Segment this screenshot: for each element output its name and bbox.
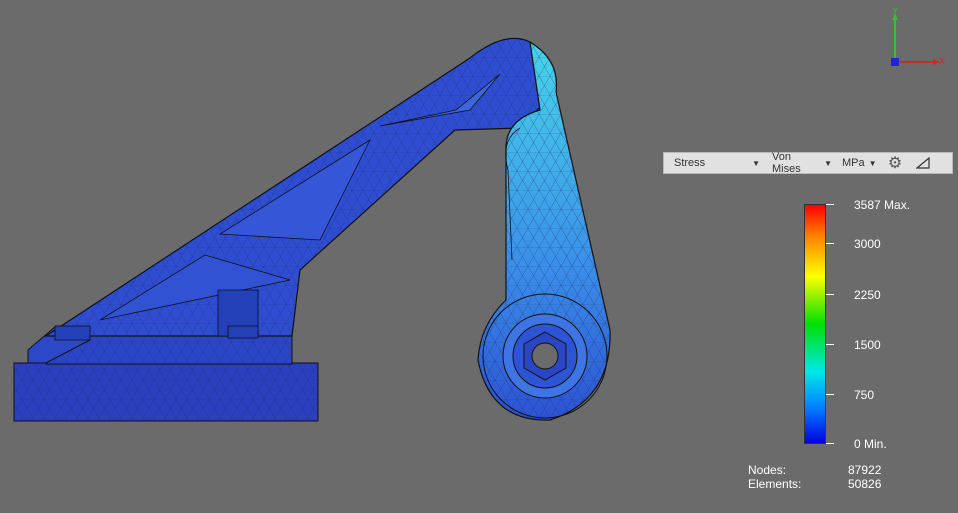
stress-type-label: Von Mises [772,151,801,175]
x-axis-label: X [939,56,946,66]
gear-icon: ⚙ [887,155,903,172]
resize-button[interactable] [908,153,938,173]
chevron-down-icon: ▼ [868,158,877,168]
elements-value: 50826 [848,477,882,491]
legend-label-1500: 1500 [854,338,881,352]
settings-button[interactable]: ⚙ [882,153,908,173]
legend-tick [826,344,834,345]
nodes-label: Nodes: [748,463,787,477]
results-toolbar: Stress ▼ Von Mises ▼ MPa ▼ ⚙ [663,151,953,175]
legend-max-label: 3587 Max. [854,198,911,212]
legend-min-label: 0 Min. [854,437,887,451]
legend-label-3000: 3000 [854,237,881,251]
legend-label-2250: 2250 [854,288,881,302]
unit-dropdown[interactable]: MPa ▼ [836,153,882,173]
legend-tick [826,394,834,395]
nodes-value: 87922 [848,463,882,477]
result-type-dropdown[interactable]: Stress ▼ [664,153,764,173]
unit-label: MPa [842,157,865,169]
elements-label: Elements: [748,477,802,491]
legend-tick [826,443,834,444]
legend-tick [826,294,834,295]
truss-arm [43,37,557,341]
chevron-down-icon: ▼ [824,158,832,168]
stress-type-dropdown[interactable]: Von Mises ▼ [764,151,836,175]
stress-color-scale [804,204,826,444]
resize-corner-icon [916,157,930,169]
legend-label-750: 750 [854,388,875,402]
axis-triad[interactable]: Y X [880,6,950,70]
legend-tick [826,204,834,205]
result-type-label: Stress [674,157,706,169]
y-axis-label: Y [892,6,899,16]
chevron-down-icon: ▼ [752,158,760,168]
legend-tick [826,243,834,244]
